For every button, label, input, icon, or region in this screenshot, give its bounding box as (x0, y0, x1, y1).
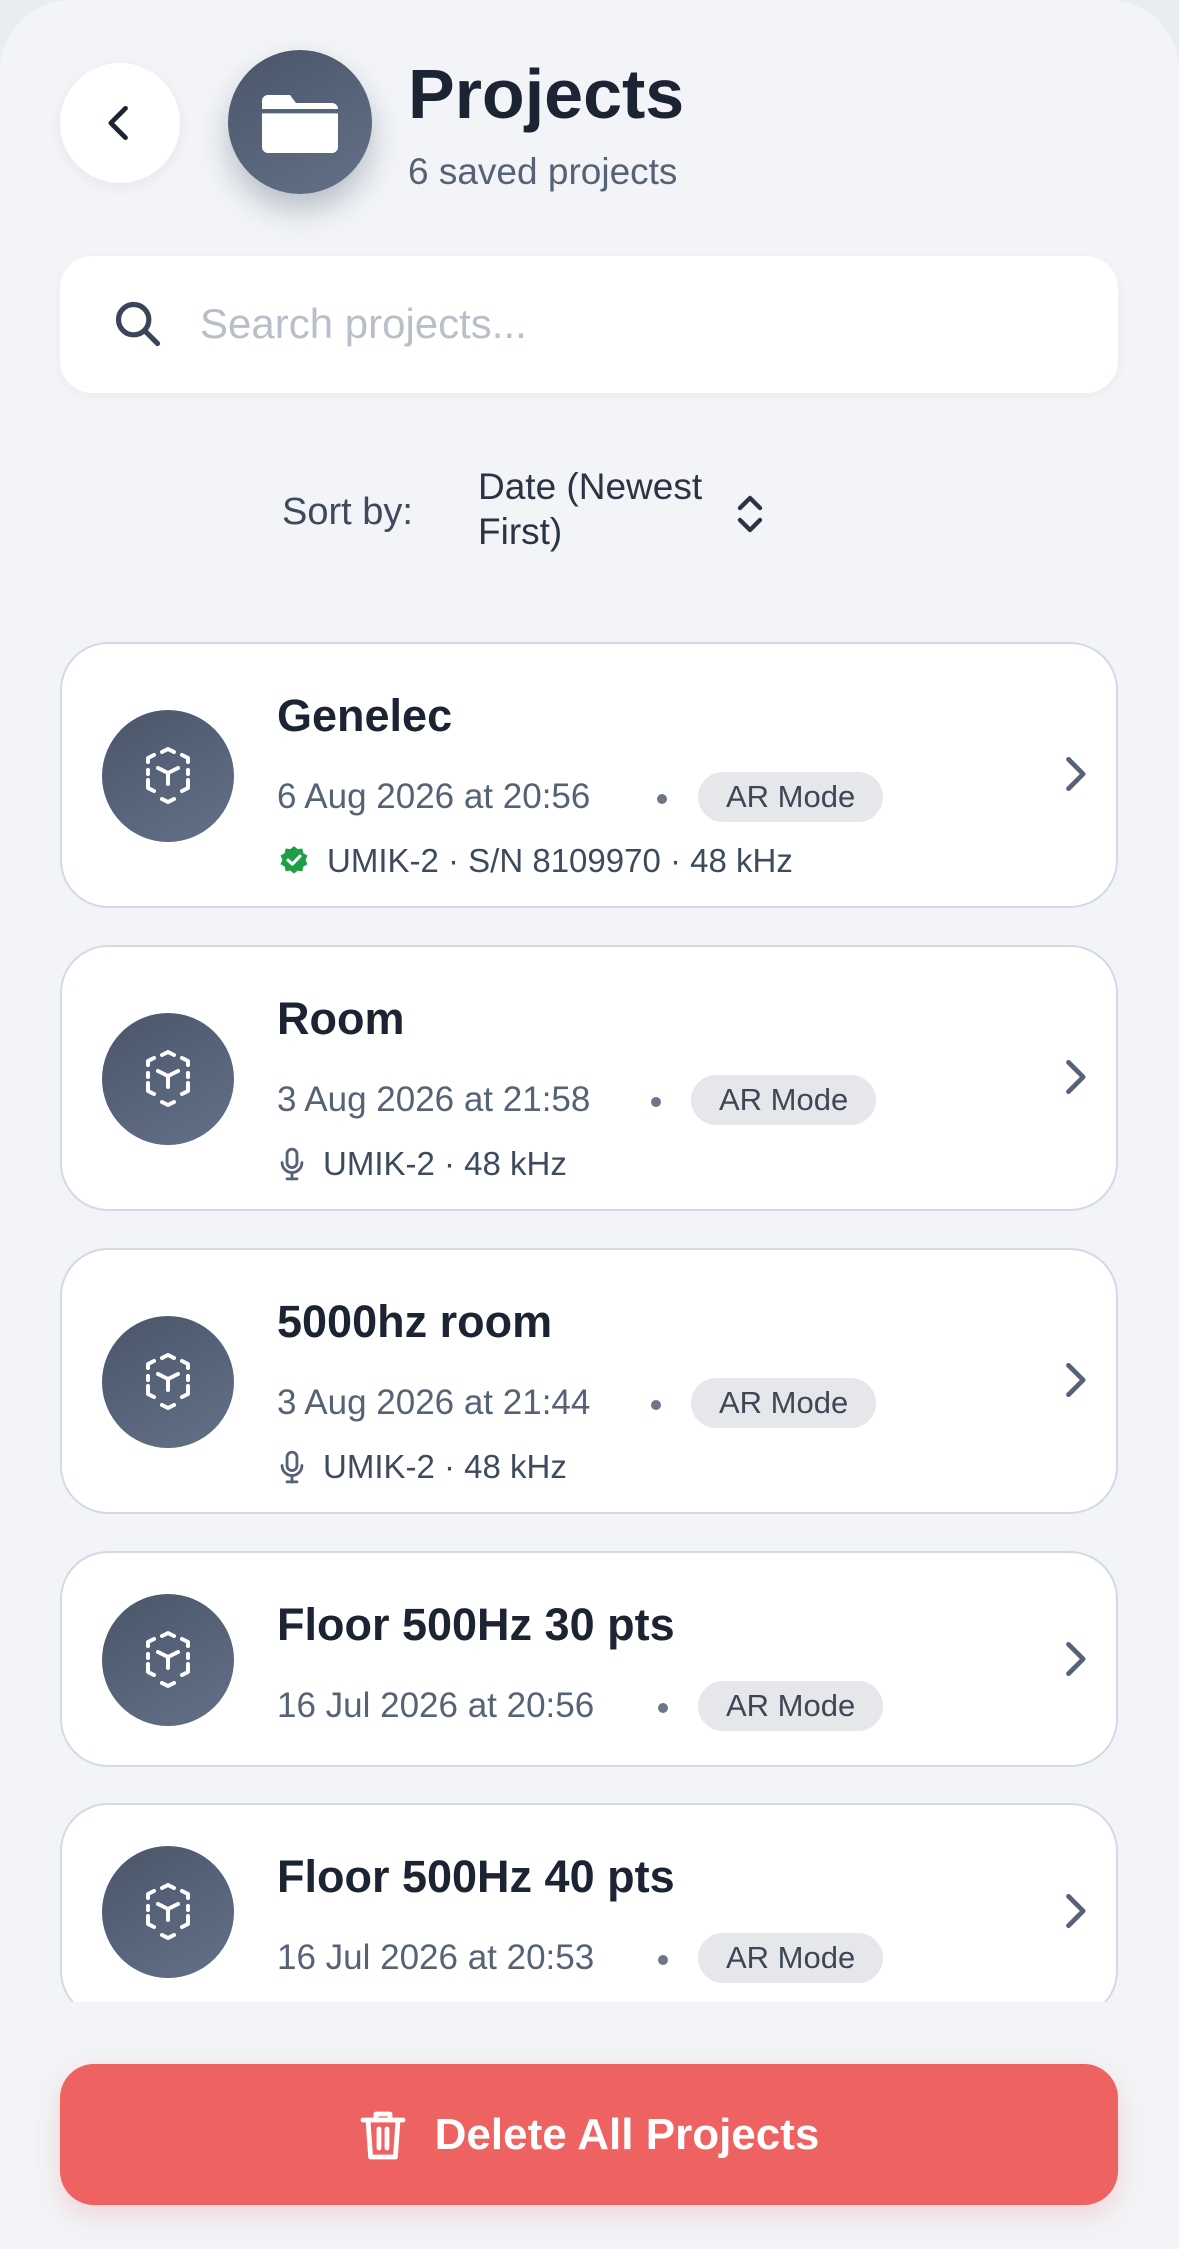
project-name: Room (277, 993, 405, 1044)
project-name: Genelec (277, 690, 453, 741)
mode-tag: AR Mode (698, 772, 884, 822)
project-date: 3 Aug 2026 at 21:44 (277, 1383, 591, 1422)
ar-cube-avatar (102, 710, 234, 842)
chevron-right-icon (1066, 1641, 1086, 1677)
separator-dot (658, 1703, 668, 1713)
project-card[interactable]: Genelec 6 Aug 2026 at 20:56 AR Mode UMIK… (60, 642, 1118, 908)
mode-tag: AR Mode (691, 1378, 877, 1428)
project-list[interactable]: Genelec 6 Aug 2026 at 20:56 AR Mode UMIK… (0, 630, 1179, 2002)
ar-cube-avatar (102, 1013, 234, 1145)
device-info: UMIK-2 · 48 kHz (277, 1444, 567, 1490)
projects-screen: Projects 6 saved projects Sort by: Date … (0, 0, 1179, 2249)
verified-badge-icon (277, 844, 311, 878)
search-input[interactable] (200, 286, 1080, 362)
back-button[interactable] (60, 63, 180, 183)
folder-badge (228, 50, 372, 194)
ar-cube-icon (146, 1353, 190, 1410)
chevron-right-icon (1066, 1362, 1086, 1398)
search-bar[interactable] (60, 256, 1118, 393)
chevron-up-down-icon (737, 495, 763, 533)
ar-cube-avatar (102, 1594, 234, 1726)
device-info: UMIK-2 · 48 kHz (277, 1141, 567, 1187)
mode-tag: AR Mode (691, 1075, 877, 1125)
separator-dot (657, 794, 667, 804)
project-count: 6 saved projects (408, 151, 678, 192)
project-name: 5000hz room (277, 1296, 553, 1347)
device-info: UMIK-2 · S/N 8109970 · 48 kHz (277, 838, 793, 884)
separator-dot (651, 1097, 661, 1107)
device-text: UMIK-2 · S/N 8109970 · 48 kHz (327, 842, 793, 879)
device-text: UMIK-2 · 48 kHz (323, 1448, 567, 1485)
delete-all-label: Delete All Projects (434, 2109, 820, 2159)
chevron-right-icon (1066, 1059, 1086, 1095)
delete-all-button[interactable]: Delete All Projects (60, 2064, 1118, 2205)
ar-cube-icon (146, 1631, 190, 1688)
project-name: Floor 500Hz 30 pts (277, 1599, 675, 1650)
device-text: UMIK-2 · 48 kHz (323, 1145, 567, 1182)
project-card[interactable]: Floor 500Hz 40 pts 16 Jul 2026 at 20:53 … (60, 1803, 1118, 2002)
ar-cube-icon (146, 747, 190, 804)
project-card[interactable]: Floor 500Hz 30 pts 16 Jul 2026 at 20:56 … (60, 1551, 1118, 1767)
project-date: 3 Aug 2026 at 21:58 (277, 1080, 591, 1119)
ar-cube-icon (146, 1050, 190, 1107)
separator-dot (651, 1400, 661, 1410)
page-title: Projects (408, 55, 685, 133)
microphone-icon (277, 1450, 307, 1484)
microphone-icon (277, 1147, 307, 1181)
project-card[interactable]: Room 3 Aug 2026 at 21:58 AR Mode UMIK-2 … (60, 945, 1118, 1211)
project-date: 6 Aug 2026 at 20:56 (277, 777, 591, 816)
separator-dot (658, 1955, 668, 1965)
project-card[interactable]: 5000hz room 3 Aug 2026 at 21:44 AR Mode … (60, 1248, 1118, 1514)
chevron-left-icon (108, 105, 128, 141)
sort-value: Date (Newest First) (478, 466, 703, 552)
chevron-right-icon (1066, 756, 1086, 792)
sort-select[interactable]: Date (Newest First) (478, 464, 778, 564)
search-icon (115, 301, 161, 347)
mode-tag: AR Mode (698, 1681, 884, 1731)
trash-icon (360, 2111, 406, 2159)
project-name: Floor 500Hz 40 pts (277, 1851, 675, 1902)
mode-tag: AR Mode (698, 1933, 884, 1983)
project-date: 16 Jul 2026 at 20:53 (277, 1938, 595, 1977)
sort-label: Sort by: (282, 491, 413, 533)
chevron-right-icon (1066, 1893, 1086, 1929)
ar-cube-avatar (102, 1846, 234, 1978)
project-date: 16 Jul 2026 at 20:56 (277, 1686, 595, 1725)
ar-cube-avatar (102, 1316, 234, 1448)
ar-cube-icon (146, 1883, 190, 1940)
folder-icon (262, 95, 338, 153)
